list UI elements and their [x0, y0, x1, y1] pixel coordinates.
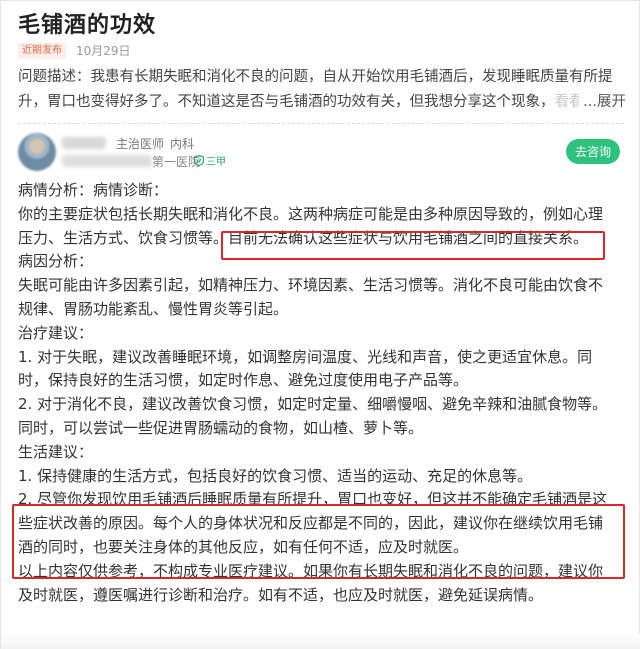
- avatar[interactable]: [18, 133, 56, 171]
- shield-icon: [194, 155, 204, 166]
- hospital-grade-badge: 三甲: [194, 153, 226, 168]
- grade-label: 三甲: [206, 157, 226, 168]
- doctor-card: 主治医师 内科 第一医院 三甲 去咨询: [18, 133, 624, 173]
- page: 毛铺酒的功效 近期发布 10月29日 问题描述：我患有长期失眠和消化不良的问题，…: [0, 0, 640, 649]
- answer-line: 失眠可能由许多因素引起，如精神压力、环境因素、生活习惯等。消化不良可能由饮食不: [18, 276, 604, 295]
- answer-line: 病因分析：: [18, 252, 94, 271]
- doctor-department: 内科: [170, 137, 195, 151]
- answer-line: 时，保持良好的生活习惯，如定时作息、避免过度使用电子产品等。: [18, 371, 469, 390]
- publish-date: 10月29日: [76, 44, 131, 58]
- answer-line: 1. 保持健康的生活方式，包括良好的饮食习惯、适当的运动、充足的休息等。: [18, 466, 533, 485]
- hospital-name: 第一医院: [152, 155, 201, 169]
- answer-line: 同时，可以尝试一些促进胃肠蠕动的食物，如山楂、萝卜等。: [18, 418, 424, 437]
- answer-line: 你的主要症状包括长期失眠和消化不良。这两种病症可能是由多种原因导致的，例如心理: [18, 204, 604, 223]
- doctor-name-blurred: [62, 137, 106, 149]
- recent-tag: 近期发布: [18, 42, 66, 59]
- question-line-1: 问题描述：我患有长期失眠和消化不良的问题，自从开始饮用毛铺酒后，发现睡眠质量有所…: [18, 69, 613, 85]
- consult-button[interactable]: 去咨询: [565, 139, 620, 164]
- doctor-title: 主治医师 内科: [116, 135, 194, 152]
- answer-line: 及时就医，遵医嘱进行诊断和治疗。如有不适，也应及时就医，避免延误病情。: [18, 585, 544, 604]
- question-line-2-text: 升，胃口也变得好多了。不知道这是否与毛铺酒的功效有关，但我想分享这个现象，: [18, 94, 555, 110]
- answer-line: 1. 对于失眠，建议改善睡眠环境，如调整房间温度、光线和声音，使之更适宜休息。同: [18, 347, 593, 366]
- hospital-name-blurred: [62, 155, 152, 167]
- answer-line: 2. 尽管你发现饮用毛铺酒后睡眠质量有所提升，胃口也变好，但这并不能确定毛铺酒是…: [18, 490, 608, 509]
- answer-body: 病情分析：病情诊断： 你的主要症状包括长期失眠和消化不良。这两种病症可能是由多种…: [18, 179, 626, 607]
- answer-line: 些症状改善的原因。每个人的身体状况和反应都是不同的，因此，建议你在继续饮用毛铺: [18, 514, 604, 533]
- question-line-2: 升，胃口也变得好多了。不知道这是否与毛铺酒的功效有关，但我想分享这个现象，看看 …: [18, 90, 626, 115]
- answer-line: 2. 对于消化不良，建议改善饮食习惯，如定时定量、细嚼慢咽、避免辛辣和油腻食物等…: [18, 395, 608, 414]
- answer-line: 压力、生活方式、饮食习惯等。目前无法确认这些症状与饮用毛铺酒之间的直接关系。: [18, 228, 589, 247]
- answer-line: 治疗建议：: [18, 323, 94, 342]
- answer-line: 病情分析：病情诊断：: [18, 181, 169, 199]
- answer-line: 酒的同时，也要关注身体的其他反应，如有任何不适，应及时就医。: [18, 537, 469, 556]
- doctor-position: 主治医师: [116, 137, 165, 151]
- page-title: 毛铺酒的功效: [18, 13, 157, 38]
- question-description: 问题描述：我患有长期失眠和消化不良的问题，自从开始饮用毛铺酒后，发现睡眠质量有所…: [18, 65, 626, 115]
- article-meta: 近期发布 10月29日: [18, 42, 131, 59]
- bottom-edge: [1, 633, 640, 649]
- answer-line: 规律、胃肠功能紊乱、慢性胃炎等引起。: [18, 299, 289, 318]
- answer-line: 以上内容仅供参考，不构成专业医疗建议。如果你有长期失眠和消化不良的问题，建议你: [18, 561, 604, 580]
- expand-link[interactable]: ...展开: [579, 90, 626, 115]
- divider: [18, 123, 624, 124]
- answer-line: 生活建议：: [18, 442, 94, 461]
